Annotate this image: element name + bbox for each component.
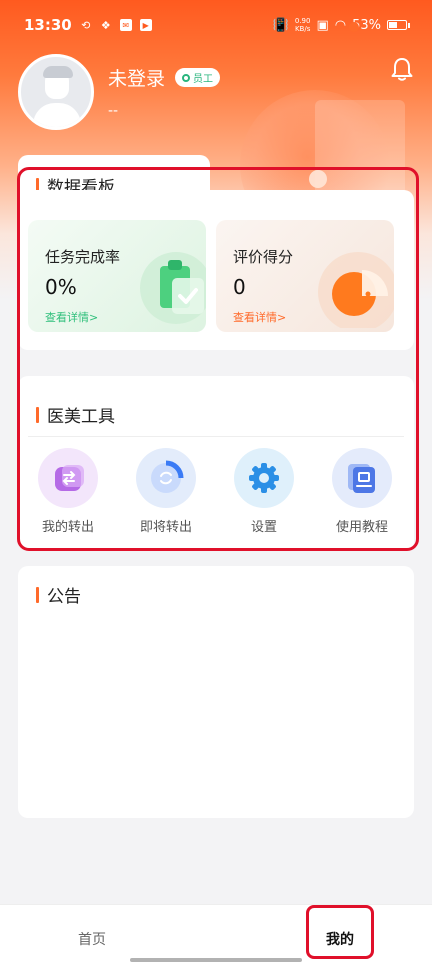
section-accent-bar [36, 586, 39, 603]
wifi-icon: ◠ [334, 17, 347, 33]
tab-home[interactable]: 首页 [62, 929, 122, 949]
network-speed: 0.90 KB/s [295, 17, 311, 33]
notification-mail-icon: ✉ [119, 19, 132, 31]
highlight-box [17, 167, 419, 551]
vibrate-icon: 📳 [272, 17, 289, 33]
home-indicator[interactable] [130, 958, 302, 962]
badge-dot-icon [182, 73, 191, 82]
role-badge-label: 员工 [193, 74, 214, 85]
tab-mine-indicator-dot [349, 22, 359, 32]
status-time: 13:30 [24, 16, 72, 34]
notification-app-icon: ❖ [100, 18, 111, 32]
tab-highlight-box [306, 905, 374, 959]
bell-icon[interactable] [389, 56, 415, 82]
profile-header[interactable]: 未登录 员工 -- [18, 54, 221, 130]
notice-panel: 公告 [18, 566, 414, 818]
sim-icon: ▣ [316, 17, 329, 33]
avatar[interactable] [18, 54, 94, 130]
battery-icon [387, 20, 410, 30]
login-status-name[interactable]: 未登录 [108, 64, 165, 91]
network-speed-value: 0.90 [294, 17, 311, 25]
notification-app-icon: ⟲ [81, 18, 91, 32]
profile-subtext: -- [108, 103, 119, 119]
notification-play-icon: ▶ [139, 19, 152, 31]
status-bar: 13:30 ⟲ ❖ ✉ ▶ 📳 0.90 KB/s ▣ ◠ 53% [0, 0, 432, 50]
role-badge: 员工 [175, 68, 221, 87]
notice-title: 公告 [47, 587, 81, 607]
network-speed-unit: KB/s [294, 25, 311, 33]
